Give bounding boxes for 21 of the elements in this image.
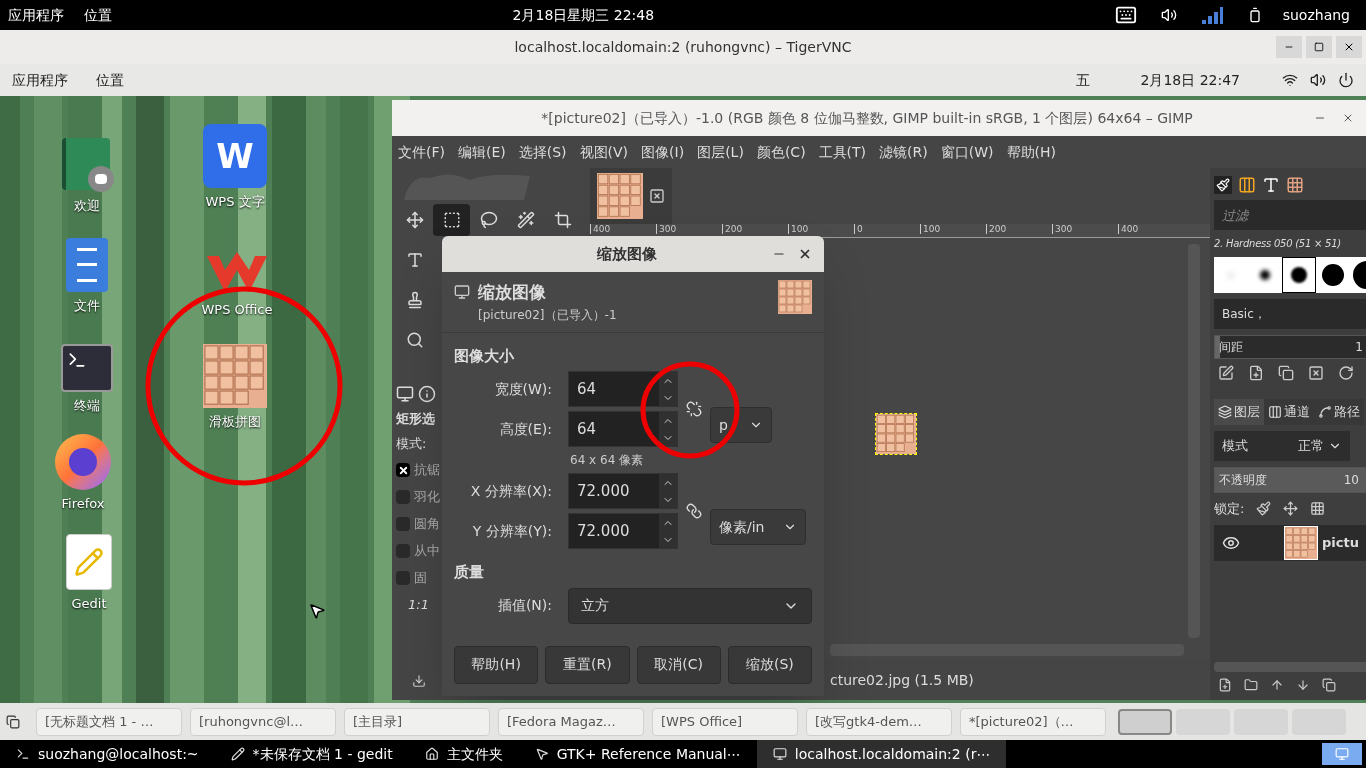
user-name[interactable]: suozhang — [1282, 4, 1350, 26]
top-menu[interactable]: 应用程序 — [12, 69, 68, 91]
taskbar-button[interactable]: *[picture02]（… — [960, 707, 1106, 736]
taskbar-button[interactable]: [主目录] — [344, 707, 490, 736]
taskbar-button[interactable]: [WPS Office] — [652, 707, 798, 736]
weekday[interactable]: 五 — [1076, 69, 1091, 91]
bottom-task[interactable]: 主文件夹 — [408, 740, 519, 768]
top-menu[interactable]: 应用程序 — [8, 4, 64, 26]
clock[interactable]: 2月18日 22:47 — [1140, 69, 1240, 91]
bottom-task[interactable]: *未保存文档 1 - gedit — [214, 740, 409, 768]
clock[interactable]: 2月18日星期三 22:48 — [132, 4, 1115, 26]
bottom-task[interactable]: localhost.localdomain:2 (r⋯ — [756, 740, 1007, 768]
bottom-task[interactable]: suozhang@localhost:~ — [0, 740, 215, 768]
taskbar-button[interactable]: [ruhongvnc@l… — [190, 707, 336, 736]
vnc-window-title: localhost.localdomain:2 (ruhongvnc) – TigerVNC — [513, 37, 853, 57]
taskbar-button[interactable]: [Fedora Magaz… — [498, 707, 644, 736]
bottom-task[interactable]: GTK+ Reference Manual⋯ — [518, 740, 757, 768]
taskbar-button[interactable]: [改写gtk4-dem… — [806, 707, 952, 736]
taskbar-button[interactable]: [无标题文档 1 - … — [36, 707, 182, 736]
top-menu[interactable]: 位置 — [96, 69, 124, 91]
top-menu[interactable]: 位置 — [84, 4, 112, 26]
